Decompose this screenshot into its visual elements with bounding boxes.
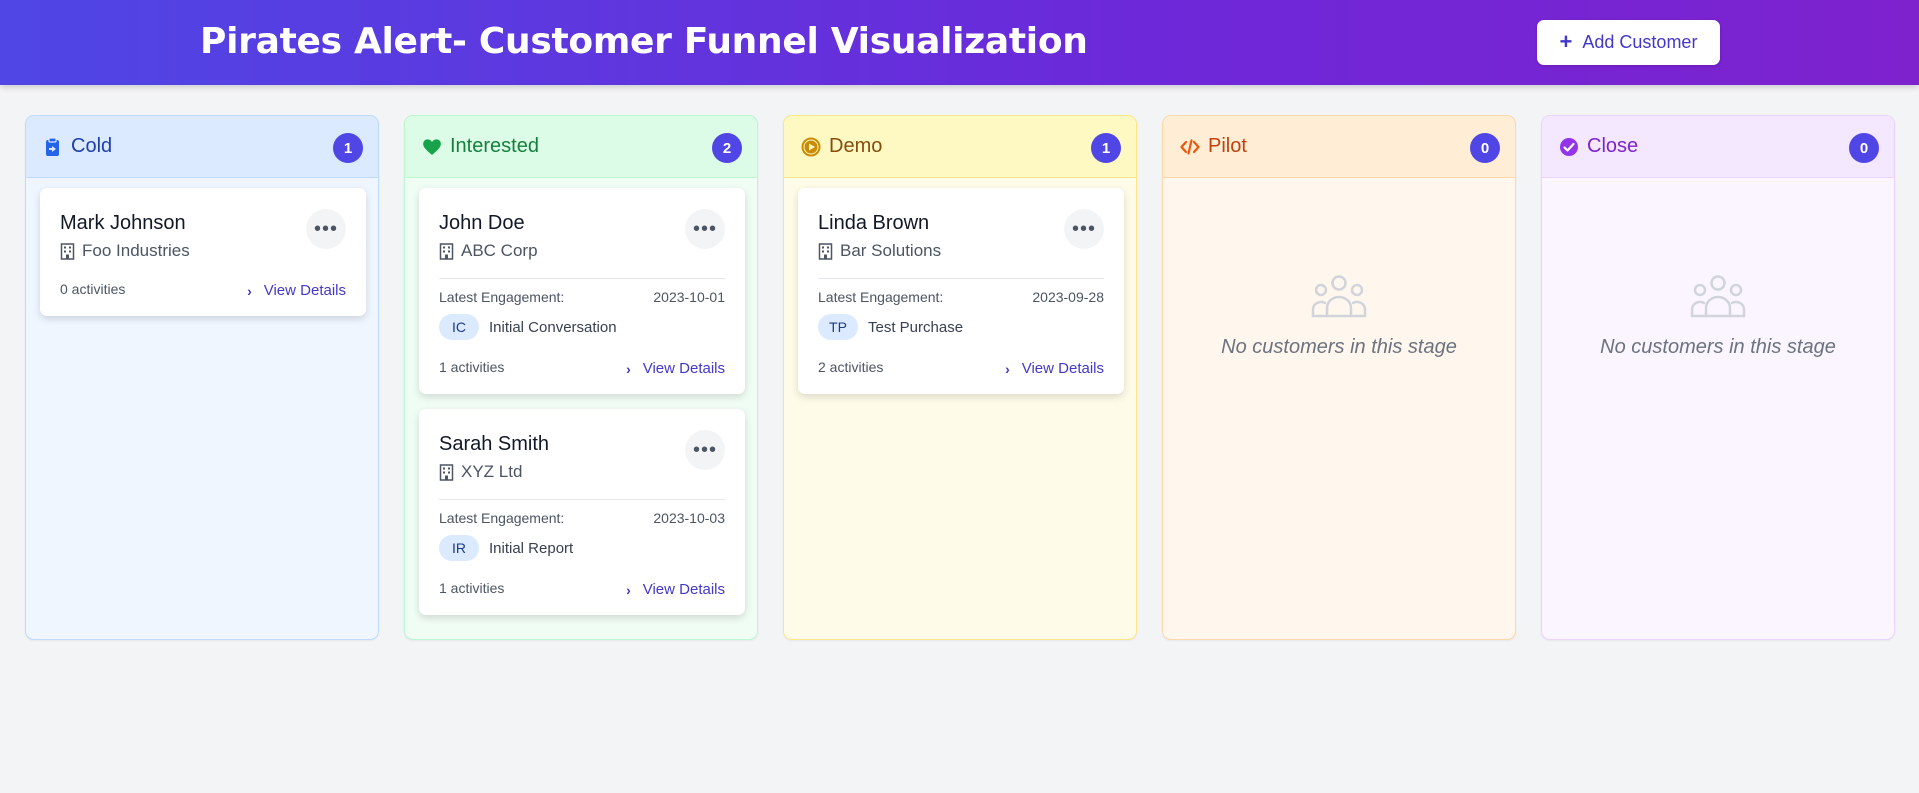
card-menu-button[interactable]: ••• xyxy=(306,209,346,249)
empty-message: No customers in this stage xyxy=(1600,336,1836,358)
company-row: Bar Solutions xyxy=(818,241,941,261)
column-header: Interested 2 xyxy=(405,116,757,178)
engagement-text: Test Purchase xyxy=(868,318,964,336)
building-icon xyxy=(818,242,833,260)
latest-engagement-label: Latest Engagement: xyxy=(439,510,565,526)
column-header: Demo 1 xyxy=(784,116,1136,178)
customer-name: John Doe xyxy=(439,212,525,234)
play-circle-icon xyxy=(801,137,821,157)
engagement-row: IR Initial Report xyxy=(439,535,573,561)
engagement-date: 2023-10-01 xyxy=(653,289,725,305)
view-details-link[interactable]: › View Details xyxy=(626,360,725,377)
card-divider xyxy=(818,278,1104,279)
company-row: XYZ Ltd xyxy=(439,462,522,482)
column-pilot: Pilot 0 No customers in this stage xyxy=(1162,115,1516,640)
app-header: Pirates Alert- Customer Funnel Visualiza… xyxy=(0,0,1919,85)
customer-card[interactable]: Sarah Smith XYZ Ltd ••• Latest Engagemen… xyxy=(419,409,745,615)
column-title: Cold xyxy=(71,135,113,157)
column-title: Interested xyxy=(450,135,539,157)
customer-name: Mark Johnson xyxy=(60,212,186,234)
card-menu-button[interactable]: ••• xyxy=(685,209,725,249)
engagement-row: TP Test Purchase xyxy=(818,314,963,340)
column-title: Close xyxy=(1587,135,1639,157)
users-icon xyxy=(1311,275,1367,318)
customer-card[interactable]: John Doe ABC Corp ••• Latest Engagement:… xyxy=(419,188,745,394)
empty-message: No customers in this stage xyxy=(1221,336,1457,358)
engagement-date: 2023-10-03 xyxy=(653,510,725,526)
column-title: Demo xyxy=(829,135,883,157)
card-menu-button[interactable]: ••• xyxy=(685,430,725,470)
column-title: Pilot xyxy=(1208,135,1247,157)
heart-icon xyxy=(423,139,441,155)
company-name: Foo Industries xyxy=(82,241,190,260)
column-header: Cold 1 xyxy=(26,116,378,178)
code-icon xyxy=(1180,139,1200,155)
add-customer-button[interactable]: + Add Customer xyxy=(1537,20,1720,65)
users-icon xyxy=(1690,275,1746,318)
page-title: Pirates Alert- Customer Funnel Visualiza… xyxy=(200,21,1088,62)
card-divider xyxy=(439,499,725,500)
count-badge: 0 xyxy=(1849,133,1879,163)
empty-state: No customers in this stage xyxy=(1163,274,1515,359)
count-badge: 0 xyxy=(1470,133,1500,163)
customer-name: Linda Brown xyxy=(818,212,930,234)
count-badge: 2 xyxy=(712,133,742,163)
customer-card[interactable]: Linda Brown Bar Solutions ••• Latest Eng… xyxy=(798,188,1124,394)
engagement-text: Initial Conversation xyxy=(489,318,617,336)
engagement-badge: IR xyxy=(439,535,479,561)
check-circle-icon xyxy=(1560,138,1578,156)
customer-card[interactable]: Mark Johnson Foo Industries ••• 0 activi… xyxy=(40,188,366,316)
card-divider xyxy=(439,278,725,279)
activity-count: 2 activities xyxy=(818,359,884,375)
column-demo: Demo 1 Linda Brown Bar Solutions ••• Lat… xyxy=(783,115,1137,640)
building-icon xyxy=(439,463,454,481)
count-badge: 1 xyxy=(1091,133,1121,163)
building-icon xyxy=(60,242,75,260)
activity-count: 1 activities xyxy=(439,359,505,375)
empty-state: No customers in this stage xyxy=(1542,274,1894,359)
plus-icon: + xyxy=(1559,28,1573,54)
company-name: Bar Solutions xyxy=(840,241,942,260)
card-menu-button[interactable]: ••• xyxy=(1064,209,1104,249)
view-details-label: View Details xyxy=(642,581,725,598)
engagement-badge: IC xyxy=(439,314,479,340)
engagement-row: IC Initial Conversation xyxy=(439,314,617,340)
view-details-label: View Details xyxy=(642,360,725,377)
chevron-right-icon: › xyxy=(1005,360,1010,377)
column-cold: Cold 1 Mark Johnson Foo Industries ••• 0… xyxy=(25,115,379,640)
count-badge: 1 xyxy=(333,133,363,163)
latest-engagement-label: Latest Engagement: xyxy=(818,289,944,305)
company-name: XYZ Ltd xyxy=(461,462,523,481)
company-row: ABC Corp xyxy=(439,241,538,261)
chevron-right-icon: › xyxy=(247,282,252,299)
clipboard-icon xyxy=(46,137,59,156)
column-interested: Interested 2 John Doe ABC Corp ••• Lates… xyxy=(404,115,758,640)
view-details-link[interactable]: › View Details xyxy=(626,581,725,598)
view-details-link[interactable]: › View Details xyxy=(1005,360,1104,377)
engagement-badge: TP xyxy=(818,314,858,340)
activity-count: 0 activities xyxy=(60,281,126,297)
column-close: Close 0 No customers in this stage xyxy=(1541,115,1895,640)
company-row: Foo Industries xyxy=(60,241,190,261)
view-details-link[interactable]: › View Details xyxy=(247,282,346,299)
activity-count: 1 activities xyxy=(439,580,505,596)
column-header: Close 0 xyxy=(1542,116,1894,178)
company-name: ABC Corp xyxy=(461,241,538,260)
column-header: Pilot 0 xyxy=(1163,116,1515,178)
customer-name: Sarah Smith xyxy=(439,433,550,455)
add-customer-label: Add Customer xyxy=(1582,32,1698,52)
view-details-label: View Details xyxy=(263,282,346,299)
chevron-right-icon: › xyxy=(626,581,631,598)
latest-engagement-label: Latest Engagement: xyxy=(439,289,565,305)
building-icon xyxy=(439,242,454,260)
engagement-date: 2023-09-28 xyxy=(1032,289,1104,305)
engagement-text: Initial Report xyxy=(489,539,574,557)
chevron-right-icon: › xyxy=(626,360,631,377)
view-details-label: View Details xyxy=(1021,360,1104,377)
